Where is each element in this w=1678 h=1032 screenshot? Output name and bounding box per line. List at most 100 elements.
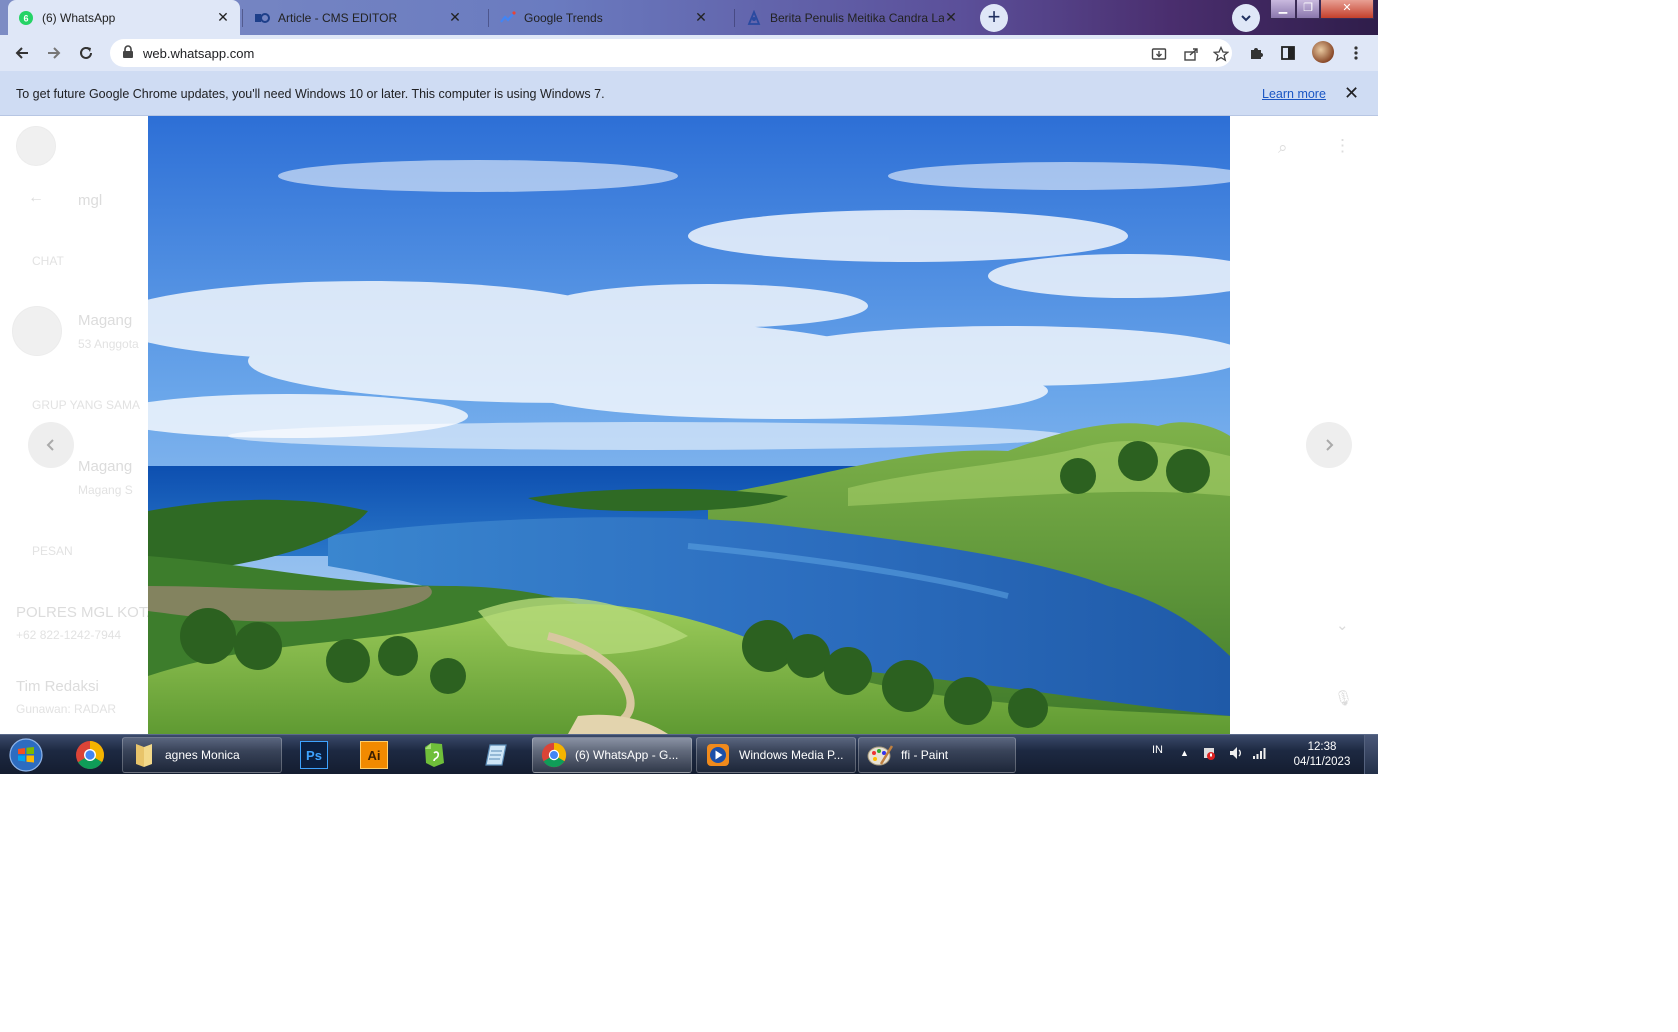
restore-button[interactable]: ❐ xyxy=(1296,0,1320,19)
chrome-icon xyxy=(541,742,567,768)
user-avatar xyxy=(16,126,56,166)
install-app-icon[interactable] xyxy=(1150,45,1168,63)
update-infobar: To get future Google Chrome updates, you… xyxy=(0,71,1378,116)
chat-avatar xyxy=(12,306,62,356)
close-tab-icon[interactable]: ✕ xyxy=(694,9,708,26)
close-tab-icon[interactable]: ✕ xyxy=(448,9,462,26)
clock-date: 04/11/2023 xyxy=(1293,756,1351,768)
tab-google-trends[interactable]: Google Trends ✕ xyxy=(490,0,718,35)
tab-cms-editor[interactable]: Article - CMS EDITOR ✕ xyxy=(244,0,472,35)
taskbar-item-label: ffi - Paint xyxy=(901,748,949,762)
svg-text:6: 6 xyxy=(23,13,28,23)
volume-icon[interactable] xyxy=(1228,745,1244,766)
pinned-chrome-icon[interactable] xyxy=(64,737,116,773)
reload-button[interactable] xyxy=(74,41,98,65)
tab-search-button[interactable] xyxy=(1232,4,1260,32)
media-photo[interactable] xyxy=(148,116,1230,734)
pinned-evernote-icon[interactable] xyxy=(408,737,460,773)
menu-button[interactable] xyxy=(1344,41,1368,65)
taskbar-item-media-player[interactable]: Windows Media P... xyxy=(696,737,856,773)
trends-icon xyxy=(500,10,516,26)
windows-logo-icon xyxy=(9,738,43,772)
action-center-icon[interactable] xyxy=(1202,745,1216,766)
lock-icon xyxy=(122,45,134,64)
tab-title: Berita Penulis Meitika Candra Lar xyxy=(770,10,944,25)
windows-taskbar: agnes Monica Ps Ai (6) WhatsApp - G... W… xyxy=(0,734,1378,774)
search-icon: ⌕ xyxy=(1278,138,1288,157)
share-icon[interactable] xyxy=(1182,45,1200,63)
whatsapp-icon: 6 xyxy=(18,10,34,26)
chevron-down-icon xyxy=(1241,15,1251,22)
url-text[interactable]: web.whatsapp.com xyxy=(143,46,254,61)
show-desktop-button[interactable] xyxy=(1364,735,1378,774)
taskbar-item-label: agnes Monica xyxy=(165,748,240,762)
side-panel-icon xyxy=(1281,46,1295,60)
section-groups-label: GRUP YANG SAMA xyxy=(32,398,141,412)
taskbar-item-label: (6) WhatsApp - G... xyxy=(575,748,679,762)
tab-title: (6) WhatsApp xyxy=(42,10,116,25)
photoshop-logo: Ps xyxy=(300,741,328,769)
media-player-icon xyxy=(705,742,731,768)
profile-avatar[interactable] xyxy=(1312,41,1334,63)
chevron-right-icon xyxy=(1326,439,1334,451)
infobar-message: To get future Google Chrome updates, you… xyxy=(16,87,605,101)
landscape-image xyxy=(148,116,1230,734)
back-button[interactable] xyxy=(10,41,34,65)
show-hidden-icons-icon[interactable]: ▲ xyxy=(1180,748,1189,758)
network-signal-icon[interactable] xyxy=(1252,745,1268,766)
paint-icon xyxy=(867,742,893,768)
start-button[interactable] xyxy=(6,737,46,773)
taskbar-item-chrome[interactable]: (6) WhatsApp - G... xyxy=(532,737,692,773)
tab-whatsapp[interactable]: 6 (6) WhatsApp ✕ xyxy=(8,0,240,35)
tab-title: Article - CMS EDITOR xyxy=(278,10,398,25)
language-indicator[interactable]: IN xyxy=(1152,744,1163,756)
cms-icon xyxy=(254,10,270,26)
minimize-button[interactable]: ▁ xyxy=(1270,0,1296,19)
chevron-left-icon xyxy=(46,439,54,451)
close-window-button[interactable]: ✕ xyxy=(1320,0,1374,19)
new-tab-button[interactable]: + xyxy=(980,4,1008,32)
arrow-right-icon xyxy=(48,47,61,59)
taskbar-item-label: Windows Media P... xyxy=(739,748,844,762)
close-tab-icon[interactable]: ✕ xyxy=(216,9,230,26)
next-media-button[interactable] xyxy=(1306,422,1352,468)
close-icon[interactable]: ✕ xyxy=(1344,83,1359,104)
bookmark-star-icon[interactable] xyxy=(1212,45,1230,63)
browser-toolbar: web.whatsapp.com xyxy=(0,35,1378,71)
more-vertical-icon: ⋮ xyxy=(1334,136,1351,155)
system-clock[interactable]: 12:38 04/11/2023 xyxy=(1290,740,1354,770)
section-messages-label: PESAN xyxy=(32,544,73,558)
message-preview: Gunawan: RADAR xyxy=(16,702,117,716)
more-vertical-icon xyxy=(1354,46,1358,60)
message-preview: +62 822-1242-7944 xyxy=(16,628,122,642)
writer-icon xyxy=(746,9,762,26)
side-panel-button[interactable] xyxy=(1276,41,1300,65)
screen: 6 (6) WhatsApp ✕ Article - CMS EDITOR ✕ … xyxy=(0,0,1378,774)
pinned-notepad-icon[interactable] xyxy=(470,737,522,773)
pinned-photoshop-icon[interactable]: Ps xyxy=(288,737,340,773)
taskbar-item-paint[interactable]: ffi - Paint xyxy=(858,737,1016,773)
chat-subtitle: Magang S xyxy=(78,483,133,497)
clock-time: 12:38 xyxy=(1307,741,1337,753)
chat-name: Magang xyxy=(78,458,133,475)
close-tab-icon[interactable]: ✕ xyxy=(944,9,958,26)
tab-berita-penulis[interactable]: Berita Penulis Meitika Candra Lar ✕ xyxy=(736,0,968,35)
chat-name: Magang xyxy=(78,312,133,329)
illustrator-logo: Ai xyxy=(360,741,388,769)
web-content: ← mgl CHAT Magang 53 Anggota GRUP YANG S… xyxy=(0,116,1378,734)
back-arrow-icon: ← xyxy=(28,189,44,206)
pinned-illustrator-icon[interactable]: Ai xyxy=(348,737,400,773)
extensions-button[interactable] xyxy=(1244,41,1268,65)
arrow-left-icon xyxy=(15,47,28,59)
address-bar[interactable]: web.whatsapp.com xyxy=(110,39,1232,67)
learn-more-link[interactable]: Learn more xyxy=(1262,87,1326,101)
previous-media-button[interactable] xyxy=(28,422,74,468)
folder-icon xyxy=(131,742,157,768)
forward-button[interactable] xyxy=(42,41,66,65)
taskbar-item-folder[interactable]: agnes Monica xyxy=(122,737,282,773)
reload-icon xyxy=(80,46,92,59)
chevron-down-icon: ⌄ xyxy=(1336,617,1349,634)
microphone-icon: 🎙 xyxy=(1334,690,1354,707)
puzzle-icon xyxy=(1251,48,1263,59)
section-chat-label: CHAT xyxy=(32,254,64,268)
